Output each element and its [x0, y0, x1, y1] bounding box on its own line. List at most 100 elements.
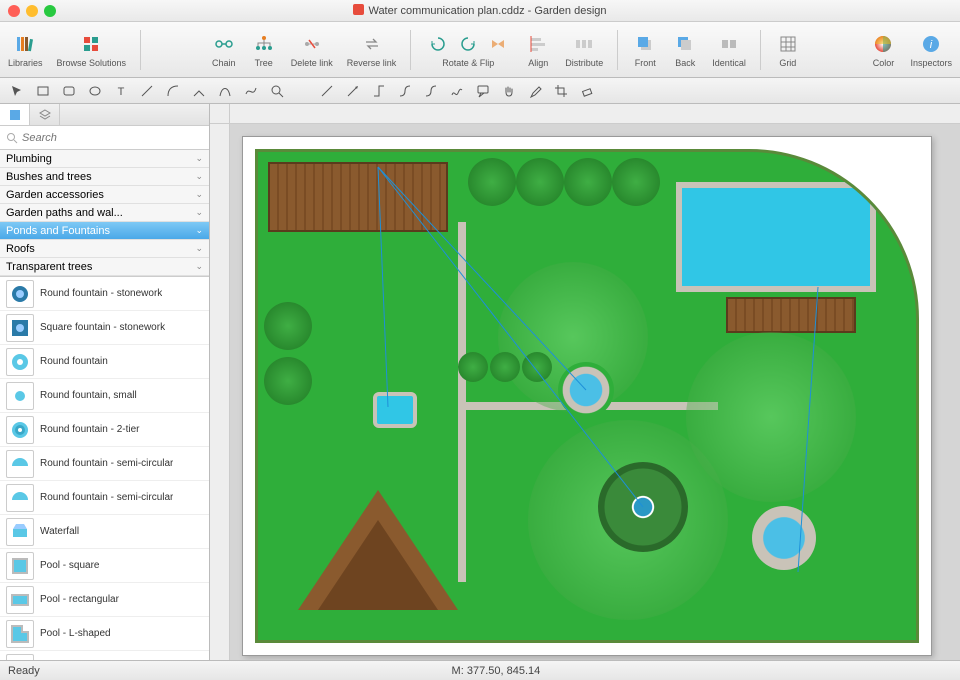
zoom-icon[interactable] [44, 5, 56, 17]
search-tool[interactable] [266, 81, 288, 101]
tb-chain[interactable]: Chain [211, 31, 237, 68]
shape-label: Round fountain - stonework [40, 288, 162, 299]
canvas-viewport[interactable] [230, 124, 960, 660]
identical-icon [716, 31, 742, 57]
round-fountain[interactable] [558, 362, 614, 418]
tb-front[interactable]: Front [632, 31, 658, 68]
line-tool[interactable] [136, 81, 158, 101]
direct-line[interactable] [316, 81, 338, 101]
tb-color[interactable]: Color [870, 31, 896, 68]
bush[interactable] [612, 158, 660, 206]
shape-item[interactable]: Pool - L-shaped [0, 617, 209, 651]
page[interactable] [242, 136, 932, 656]
arrow-line[interactable] [342, 81, 364, 101]
tiered-fountain[interactable] [598, 462, 688, 552]
bush[interactable] [264, 302, 312, 350]
bezier-tool[interactable] [214, 81, 236, 101]
category-garden-accessories[interactable]: Garden accessories⌄ [0, 186, 209, 204]
bush[interactable] [468, 158, 516, 206]
shape-thumbnail [6, 450, 34, 478]
small-bush[interactable] [490, 352, 520, 382]
small-bush[interactable] [522, 352, 552, 382]
shape-label: Waterfall [40, 526, 79, 537]
shape-item[interactable]: Round fountain - 2-tier [0, 413, 209, 447]
arc-tool[interactable] [162, 81, 184, 101]
tab-layers[interactable] [30, 104, 60, 125]
rectangular-pool[interactable] [676, 182, 876, 292]
eraser-tool[interactable] [576, 81, 598, 101]
bush[interactable] [564, 158, 612, 206]
shape-item[interactable]: Pool - rectangular [0, 583, 209, 617]
wooden-deck[interactable] [268, 162, 448, 232]
shape-label: Pool - square [40, 560, 99, 571]
shape-item[interactable]: Waterfall [0, 515, 209, 549]
tb-label: Grid [779, 58, 796, 68]
tb-identical[interactable]: Identical [712, 31, 746, 68]
category-transparent-trees[interactable]: Transparent trees⌄ [0, 258, 209, 276]
tb-rotate[interactable]: Rotate & Flip [425, 31, 511, 68]
tb-back[interactable]: Back [672, 31, 698, 68]
callout-tool[interactable] [472, 81, 494, 101]
round-fountain[interactable] [752, 506, 816, 570]
rotate-right-icon[interactable] [455, 31, 481, 57]
category-bushes-and-trees[interactable]: Bushes and trees⌄ [0, 168, 209, 186]
tab-shapes[interactable] [0, 104, 30, 125]
shape-item[interactable]: Round fountain, small [0, 379, 209, 413]
status-ready: Ready [8, 665, 40, 677]
bush[interactable] [264, 357, 312, 405]
pointer-tool[interactable] [6, 81, 28, 101]
small-bush[interactable] [458, 352, 488, 382]
tb-grid[interactable]: Grid [775, 31, 801, 68]
tb-delete-link[interactable]: Delete link [291, 31, 333, 68]
rect-tool[interactable] [32, 81, 54, 101]
shape-item[interactable]: Pool - square [0, 549, 209, 583]
bush[interactable] [516, 158, 564, 206]
shape-item[interactable]: Round fountain [0, 345, 209, 379]
close-icon[interactable] [8, 5, 20, 17]
rotate-left-icon[interactable] [425, 31, 451, 57]
roundrect-tool[interactable] [58, 81, 80, 101]
tb-tree[interactable]: Tree [251, 31, 277, 68]
freehand-tool[interactable] [446, 81, 468, 101]
shape-item[interactable]: Round fountain - semi-circular [0, 447, 209, 481]
main-toolbar: Libraries Browse Solutions Chain Tree De… [0, 22, 960, 78]
connector-tool[interactable] [188, 81, 210, 101]
search-input[interactable] [22, 132, 203, 144]
shape-item[interactable]: Round fountain - semi-circular [0, 481, 209, 515]
tb-align[interactable]: Align [525, 31, 551, 68]
text-tool[interactable]: T [110, 81, 132, 101]
round-connector[interactable] [420, 81, 442, 101]
tb-label: Color [873, 58, 895, 68]
category-garden-paths-and-wal-[interactable]: Garden paths and wal...⌄ [0, 204, 209, 222]
smart-connector[interactable] [368, 81, 390, 101]
tb-inspectors[interactable]: i Inspectors [910, 31, 952, 68]
shape-item[interactable]: Square fountain - stonework [0, 311, 209, 345]
category-roofs[interactable]: Roofs⌄ [0, 240, 209, 258]
garden-plan[interactable] [255, 149, 919, 643]
window-title: Water communication plan.cddz - Garden d… [0, 4, 960, 17]
library-search[interactable] [0, 126, 209, 150]
tb-libraries[interactable]: Libraries [8, 31, 43, 68]
category-plumbing[interactable]: Plumbing⌄ [0, 150, 209, 168]
small-pool[interactable] [373, 392, 417, 428]
curve-connector[interactable] [394, 81, 416, 101]
shape-label: Pool - L-shaped [40, 628, 111, 639]
spline-tool[interactable] [240, 81, 262, 101]
category-ponds-and-fountains[interactable]: Ponds and Fountains⌄ [0, 222, 209, 240]
pool-cabana[interactable] [726, 297, 856, 333]
ellipse-tool[interactable] [84, 81, 106, 101]
hand-tool[interactable] [498, 81, 520, 101]
shape-thumbnail [6, 620, 34, 648]
shape-item[interactable]: Round fountain - stonework [0, 277, 209, 311]
crop-tool[interactable] [550, 81, 572, 101]
minimize-icon[interactable] [26, 5, 38, 17]
shape-toolbar: T [0, 78, 960, 104]
flip-icon[interactable] [485, 31, 511, 57]
transparent-tree[interactable] [686, 332, 856, 502]
shape-item[interactable]: Pool - 2-tier [0, 651, 209, 660]
tb-distribute[interactable]: Distribute [565, 31, 603, 68]
tb-reverse-link[interactable]: Reverse link [347, 31, 397, 68]
tb-browse[interactable]: Browse Solutions [57, 31, 127, 68]
shape-thumbnail [6, 552, 34, 580]
eyedropper-tool[interactable] [524, 81, 546, 101]
